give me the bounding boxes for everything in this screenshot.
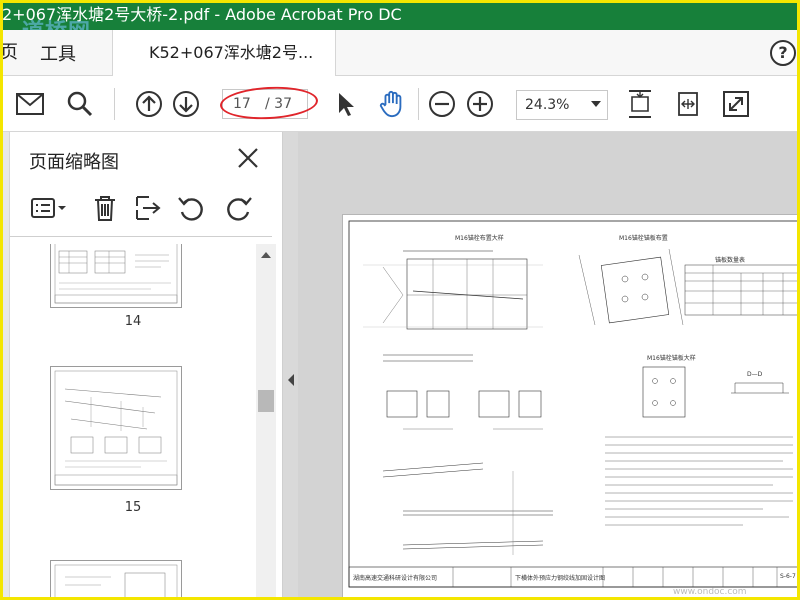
scrollbar-thumb[interactable] — [258, 390, 274, 412]
thumbnail-page-14[interactable] — [50, 244, 182, 308]
zoom-in-icon[interactable] — [466, 90, 494, 118]
previous-page-icon[interactable] — [135, 90, 163, 118]
collapse-panel-icon[interactable] — [284, 370, 298, 390]
extract-page-icon[interactable] — [132, 192, 162, 224]
pdf-page: M16锚栓布置大样 M16锚栓锚板布置 锚板数量表 M16锚栓锚板大样 D—D … — [342, 214, 800, 600]
thumbnail-list: 14 15 — [10, 244, 256, 600]
toolbar-divider — [418, 88, 419, 120]
hand-tool-icon[interactable] — [378, 90, 406, 118]
toolbar-divider — [114, 88, 115, 120]
drawing-number: S-6-7 — [780, 573, 796, 580]
thumbnail-label: 15 — [124, 500, 142, 515]
tab-tools[interactable]: 工具 — [40, 40, 76, 66]
close-icon[interactable] — [236, 146, 260, 170]
tab-bar: 页 工具 K52+067浑水塘2号... ? — [0, 30, 800, 76]
footer-watermark: www.ondoc.com — [673, 587, 747, 597]
zoom-level-value: 24.3% — [525, 97, 570, 113]
full-screen-icon[interactable] — [722, 90, 750, 118]
options-menu-icon[interactable] — [28, 192, 72, 224]
engineering-drawing — [348, 220, 800, 588]
thumbnail-page-16[interactable] — [50, 560, 182, 600]
tab-home-partial[interactable]: 页 — [0, 38, 18, 64]
left-nav-strip — [0, 132, 10, 600]
zoom-level-dropdown[interactable]: 24.3% — [516, 90, 608, 120]
drawing-company: 湖南高速交通科研设计有限公司 — [353, 575, 438, 582]
main-toolbar: 17 / 37 24.3% — [0, 76, 800, 132]
select-cursor-icon[interactable] — [332, 90, 360, 118]
drawing-section-a-title: M16锚栓布置大样 — [455, 235, 504, 242]
next-page-icon[interactable] — [172, 90, 200, 118]
window-title-bar: 2+067浑水塘2号大桥-2.pdf - Adobe Acrobat Pro D… — [0, 0, 800, 30]
rotate-counterclockwise-icon[interactable] — [176, 192, 206, 224]
thumbnail-page-15[interactable] — [50, 366, 182, 490]
search-icon[interactable] — [66, 90, 94, 118]
drawing-section-dd-label: D—D — [747, 371, 763, 378]
drawing-section-c-title: M16锚栓锚板大样 — [647, 355, 696, 362]
chevron-down-icon — [591, 101, 601, 107]
zoom-out-icon[interactable] — [428, 90, 456, 118]
email-icon[interactable] — [16, 90, 44, 118]
document-viewport[interactable]: M16锚栓布置大样 M16锚栓锚板布置 锚板数量表 M16锚栓锚板大样 D—D … — [298, 132, 800, 600]
thumbnail-label: 14 — [124, 314, 142, 329]
drawing-table-title: 锚板数量表 — [715, 257, 746, 264]
drawing-project-title: 下横体外预应力钢绞线加固设计图 — [515, 575, 606, 582]
scroll-up-icon[interactable] — [256, 248, 276, 262]
drawing-section-b-title: M16锚栓锚板布置 — [619, 235, 668, 242]
panel-divider — [10, 236, 272, 237]
thumbnail-scrollbar[interactable] — [256, 244, 276, 600]
page-thumbnails-panel: 页面缩略图 14 15 — [0, 132, 283, 600]
tab-document-label: K52+067浑水塘2号... — [149, 43, 314, 62]
tab-document[interactable]: K52+067浑水塘2号... — [112, 30, 336, 76]
fit-width-icon[interactable] — [674, 90, 702, 118]
delete-page-icon[interactable] — [90, 192, 120, 224]
help-icon[interactable]: ? — [770, 40, 796, 66]
rotate-clockwise-icon[interactable] — [224, 192, 254, 224]
panel-title: 页面缩略图 — [29, 152, 119, 173]
fit-page-icon[interactable] — [626, 90, 654, 118]
